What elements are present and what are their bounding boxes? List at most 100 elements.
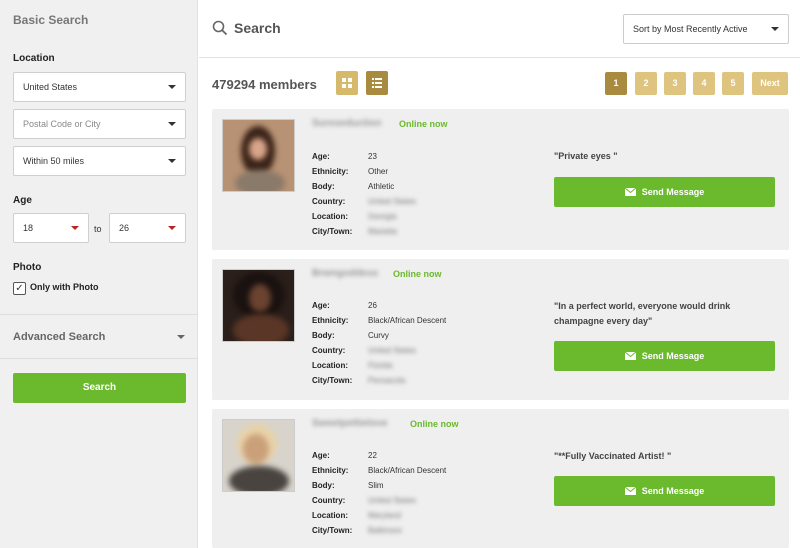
only-with-photo-checkbox[interactable]: ✓ [13,282,26,295]
sort-select[interactable]: Sort by Most Recently Active [623,14,789,44]
chevron-down-icon [168,122,176,126]
city-label: City/Town: [312,376,353,385]
ethnicity-value: Black/African Descent [368,316,447,325]
online-status-badge: Online now [410,419,459,429]
page-title: Search [234,20,281,36]
age-max-select[interactable]: 26 [109,213,186,243]
page-button-3[interactable]: 3 [664,72,686,95]
profile-card: Sureseduction Online now Age: 23 Ethnici… [212,109,789,250]
page-button-4[interactable]: 4 [693,72,715,95]
location-value: Georgia [368,212,397,221]
age-value: 23 [368,152,377,161]
city-value: Pensacola [368,376,406,385]
online-status-badge: Online now [399,119,448,129]
sidebar-title: Basic Search [13,13,89,27]
next-page-button[interactable]: Next [752,72,788,95]
profile-quote: "**Fully Vaccinated Artist! " [554,451,672,461]
sort-value: Sort by Most Recently Active [633,24,748,34]
search-icon [212,20,228,36]
country-label: Country: [312,197,346,206]
profile-username[interactable]: Sweetpettielove [312,418,388,429]
body-value: Slim [368,481,384,490]
location-label: Location: [312,212,348,221]
profile-photo[interactable] [222,119,295,192]
age-value: 26 [368,301,377,310]
body-label: Body: [312,481,335,490]
profile-photo[interactable] [222,269,295,342]
send-message-button[interactable]: Send Message [554,341,775,371]
country-value: United States [368,496,417,505]
age-max-value: 26 [119,223,130,233]
city-label: City/Town: [312,227,353,236]
advanced-search-toggle[interactable]: Advanced Search [13,331,105,343]
page-button-1[interactable]: 1 [605,72,627,95]
location-label: Location: [312,361,348,370]
profile-quote: "Private eyes " [554,151,618,161]
grid-icon [342,78,352,88]
ethnicity-label: Ethnicity: [312,316,349,325]
distance-select[interactable]: Within 50 miles [13,146,186,176]
envelope-icon [624,351,636,360]
profile-card: Brwngoddess Online now Age: 26 Ethnicity… [212,259,789,400]
envelope-icon [624,486,636,495]
country-value: United States [368,197,417,206]
ethnicity-label: Ethnicity: [312,466,349,475]
send-message-label: Send Message [641,486,705,496]
body-label: Body: [312,182,335,191]
send-message-button[interactable]: Send Message [554,476,775,506]
city-value: Marietta [368,227,397,236]
search-sidebar: Basic Search Location United States Post… [0,0,198,548]
country-value: United States [368,346,417,355]
chevron-down-icon [71,226,79,230]
age-min-value: 18 [23,223,34,233]
grid-view-button[interactable] [336,71,358,95]
postal-placeholder: Postal Code or City [23,119,101,129]
country-label: Country: [312,346,346,355]
online-status-badge: Online now [393,269,442,279]
country-value: United States [23,82,78,92]
age-min-select[interactable]: 18 [13,213,89,243]
city-value: Baltimore [368,526,402,535]
chevron-down-icon [168,226,176,230]
list-icon [372,78,382,88]
only-with-photo-label[interactable]: Only with Photo [30,282,99,292]
profile-card: Sweetpettielove Online now Age: 22 Ethni… [212,409,789,548]
postal-code-field[interactable]: Postal Code or City [13,109,186,139]
age-value: 22 [368,451,377,460]
city-label: City/Town: [312,526,353,535]
location-label: Location: [312,511,348,520]
page-button-5[interactable]: 5 [722,72,744,95]
location-label: Location [13,53,55,64]
list-view-button[interactable] [366,71,388,95]
country-select[interactable]: United States [13,72,186,102]
age-label: Age: [312,152,330,161]
body-label: Body: [312,331,335,340]
ethnicity-label: Ethnicity: [312,167,349,176]
ethnicity-value: Other [368,167,389,176]
send-message-button[interactable]: Send Message [554,177,775,207]
ethnicity-value: Black/African Descent [368,466,447,475]
profile-username[interactable]: Sureseduction [312,118,381,129]
location-value: Florida [368,361,393,370]
divider [0,314,198,315]
profile-photo[interactable] [222,419,295,492]
page-header: Search Sort by Most Recently Active [199,0,800,58]
age-label: Age: [312,301,330,310]
divider [0,358,198,359]
location-value: Maryland [368,511,401,520]
profile-username[interactable]: Brwngoddess [312,268,378,279]
age-to-label: to [94,224,102,234]
age-label: Age: [312,451,330,460]
country-label: Country: [312,496,346,505]
send-message-label: Send Message [641,351,705,361]
age-label: Age [13,195,32,206]
distance-value: Within 50 miles [23,156,85,166]
body-value: Athletic [368,182,395,191]
chevron-down-icon [168,85,176,89]
search-button[interactable]: Search [13,373,186,403]
members-count: 479294 members [212,77,317,92]
chevron-down-icon[interactable] [177,335,185,339]
send-message-label: Send Message [641,187,705,197]
page-button-2[interactable]: 2 [635,72,657,95]
body-value: Curvy [368,331,389,340]
